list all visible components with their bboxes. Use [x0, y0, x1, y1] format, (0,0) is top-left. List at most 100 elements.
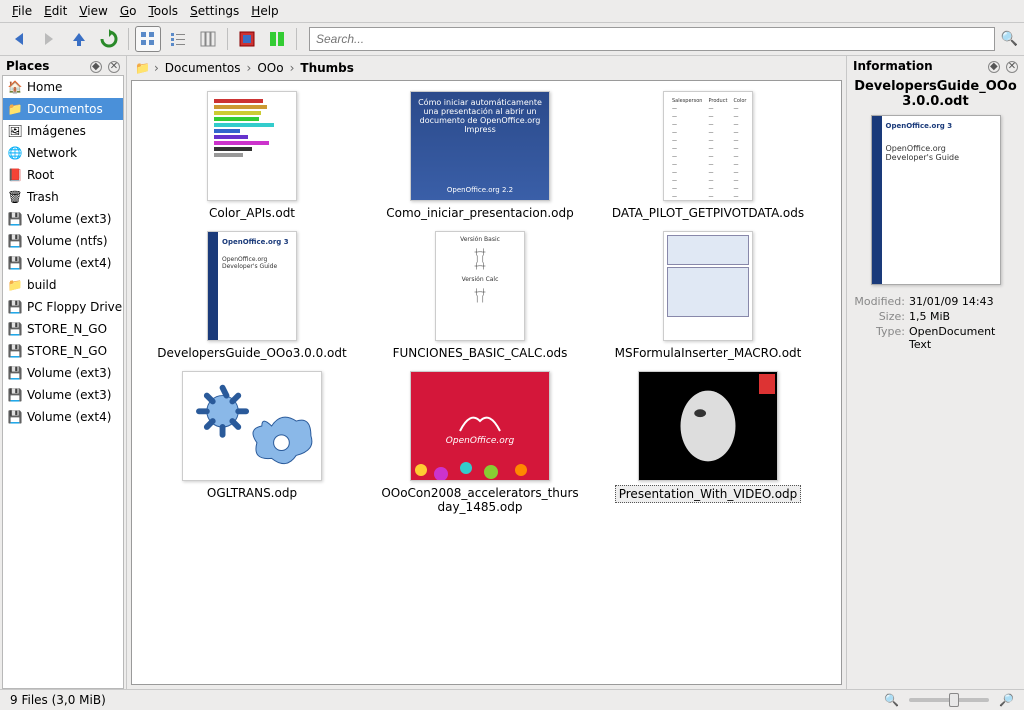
file-item[interactable]: Cómo iniciar automáticamente una present…	[370, 91, 590, 221]
breadcrumb-item[interactable]: Thumbs	[298, 60, 356, 76]
breadcrumb-item[interactable]: Documentos	[163, 60, 243, 76]
file-item[interactable]: OpenOffice.org OOoCon2008_accelerators_th…	[370, 371, 590, 515]
folder-icon: 🏠	[7, 79, 23, 95]
icons-view-button[interactable]	[135, 26, 161, 52]
file-thumbnail: OpenOffice.org 3OpenOffice.org Developer…	[207, 231, 297, 341]
zoom-out-icon[interactable]: 🔍	[884, 693, 899, 707]
back-button[interactable]	[6, 26, 32, 52]
menu-view[interactable]: View	[73, 2, 113, 20]
places-item-label: Volume (ext4)	[27, 410, 111, 424]
places-item-label: Volume (ntfs)	[27, 234, 108, 248]
up-button[interactable]	[66, 26, 92, 52]
menu-edit[interactable]: Edit	[38, 2, 73, 20]
file-label: OOoCon2008_accelerators_thursday_1485.od…	[375, 485, 585, 515]
file-item[interactable]: SalespersonProductColor—————————————————…	[598, 91, 818, 221]
menu-go[interactable]: Go	[114, 2, 143, 20]
places-item[interactable]: 🗑 Trash	[3, 186, 123, 208]
folder-icon: 💾	[7, 211, 23, 227]
places-item[interactable]: 📁build	[3, 274, 123, 296]
places-item[interactable]: 💾Volume (ext3)	[3, 208, 123, 230]
file-thumbnail	[207, 91, 297, 201]
places-item-label: STORE_N_GO	[27, 344, 107, 358]
binoculars-icon[interactable]: 🔍	[1001, 31, 1018, 47]
places-item[interactable]: 🖼Imágenes	[3, 120, 123, 142]
file-thumbnail: SalespersonProductColor—————————————————…	[663, 91, 753, 201]
places-item[interactable]: 💾 Volume (ext4)	[3, 406, 123, 428]
folder-icon: 📁	[7, 101, 23, 117]
places-item-label: Documentos	[27, 102, 103, 116]
forward-button[interactable]	[36, 26, 62, 52]
file-area[interactable]: Color_APIs.odt Cómo iniciar automáticamen…	[131, 80, 842, 685]
places-item[interactable]: 🌐Network	[3, 142, 123, 164]
places-item[interactable]: 💾 PC Floppy Drive	[3, 296, 123, 318]
info-meta-label: Type:	[853, 325, 909, 351]
status-text: 9 Files (3,0 MiB)	[10, 693, 106, 707]
places-item[interactable]: 💾Volume (ext3)	[3, 384, 123, 406]
breadcrumb-root-icon[interactable]: 📁	[135, 61, 150, 75]
info-lock-icon[interactable]: ◆	[988, 61, 1000, 73]
places-item[interactable]: 💾Volume (ntfs)	[3, 230, 123, 252]
folder-icon: 💾	[7, 343, 23, 359]
file-item[interactable]: Presentation_With_VIDEO.odp	[598, 371, 818, 515]
zoom-in-icon[interactable]: 🔎	[999, 693, 1014, 707]
folder-icon: 🗑	[7, 189, 23, 205]
places-item-label: Volume (ext3)	[27, 366, 111, 380]
folder-icon: 💾	[7, 299, 23, 315]
split-view-button[interactable]	[264, 26, 290, 52]
folder-icon: 💾	[7, 365, 23, 381]
breadcrumb-item[interactable]: OOo	[255, 60, 285, 76]
places-item-label: STORE_N_GO	[27, 322, 107, 336]
folder-icon: 📕	[7, 167, 23, 183]
places-item-label: Root	[27, 168, 54, 182]
places-item-label: Volume (ext3)	[27, 388, 111, 402]
places-item[interactable]: 📕 Root	[3, 164, 123, 186]
preview-button[interactable]	[234, 26, 260, 52]
columns-view-button[interactable]	[195, 26, 221, 52]
places-item[interactable]: 💾STORE_N_GO	[3, 318, 123, 340]
info-panel: Information ◆ ✕ DevelopersGuide_OOo3.0.0…	[846, 56, 1024, 689]
menu-file[interactable]: File	[6, 2, 38, 20]
menu-tools[interactable]: Tools	[142, 2, 184, 20]
zoom-slider[interactable]	[909, 698, 989, 702]
places-item-label: Volume (ext4)	[27, 256, 111, 270]
info-close-icon[interactable]: ✕	[1006, 61, 1018, 73]
places-close-icon[interactable]: ✕	[108, 61, 120, 73]
folder-icon: 📁	[7, 277, 23, 293]
menubar: FileEditViewGoToolsSettingsHelp	[0, 0, 1024, 23]
places-item[interactable]: 🏠 Home	[3, 76, 123, 98]
info-meta-value: OpenDocument Text	[909, 325, 1018, 351]
breadcrumb: 📁 › Documentos›OOo›Thumbs	[127, 56, 846, 80]
reload-button[interactable]	[96, 26, 122, 52]
file-item[interactable]: MSFormulaInserter_MACRO.odt	[598, 231, 818, 361]
places-item[interactable]: 💾 Volume (ext3)	[3, 362, 123, 384]
file-label: DATA_PILOT_GETPIVOTDATA.ods	[609, 205, 807, 221]
file-label: FUNCIONES_BASIC_CALC.ods	[390, 345, 571, 361]
info-title: Information	[853, 59, 933, 73]
toolbar: 🔍	[0, 23, 1024, 56]
places-item-label: Trash	[27, 190, 59, 204]
file-label: Como_iniciar_presentacion.odp	[383, 205, 576, 221]
file-thumbnail: Versión Basic┼─┼│ │┼─┼Versión Calc┼─┼│ │	[435, 231, 525, 341]
menu-settings[interactable]: Settings	[184, 2, 245, 20]
places-item-label: Home	[27, 80, 62, 94]
file-label: DevelopersGuide_OOo3.0.0.odt	[154, 345, 349, 361]
folder-icon: 💾	[7, 409, 23, 425]
file-item[interactable]: OGLTRANS.odp	[142, 371, 362, 515]
search-box: 🔍	[309, 27, 1018, 51]
places-item-label: PC Floppy Drive	[27, 300, 122, 314]
places-item[interactable]: 💾Volume (ext4)	[3, 252, 123, 274]
file-thumbnail: Cómo iniciar automáticamente una present…	[410, 91, 550, 201]
places-lock-icon[interactable]: ◆	[90, 61, 102, 73]
file-thumbnail	[638, 371, 778, 481]
search-input[interactable]	[309, 27, 995, 51]
info-meta-value: 31/01/09 14:43	[909, 295, 1018, 308]
file-thumbnail: OpenOffice.org	[410, 371, 550, 481]
file-item[interactable]: OpenOffice.org 3OpenOffice.org Developer…	[142, 231, 362, 361]
places-item[interactable]: 💾 STORE_N_GO	[3, 340, 123, 362]
menu-help[interactable]: Help	[245, 2, 284, 20]
info-preview: OpenOffice.org 3 OpenOffice.org Develope…	[871, 115, 1001, 285]
details-view-button[interactable]	[165, 26, 191, 52]
places-item[interactable]: 📁 Documentos	[3, 98, 123, 120]
file-item[interactable]: Color_APIs.odt	[142, 91, 362, 221]
file-item[interactable]: Versión Basic┼─┼│ │┼─┼Versión Calc┼─┼│ │…	[370, 231, 590, 361]
